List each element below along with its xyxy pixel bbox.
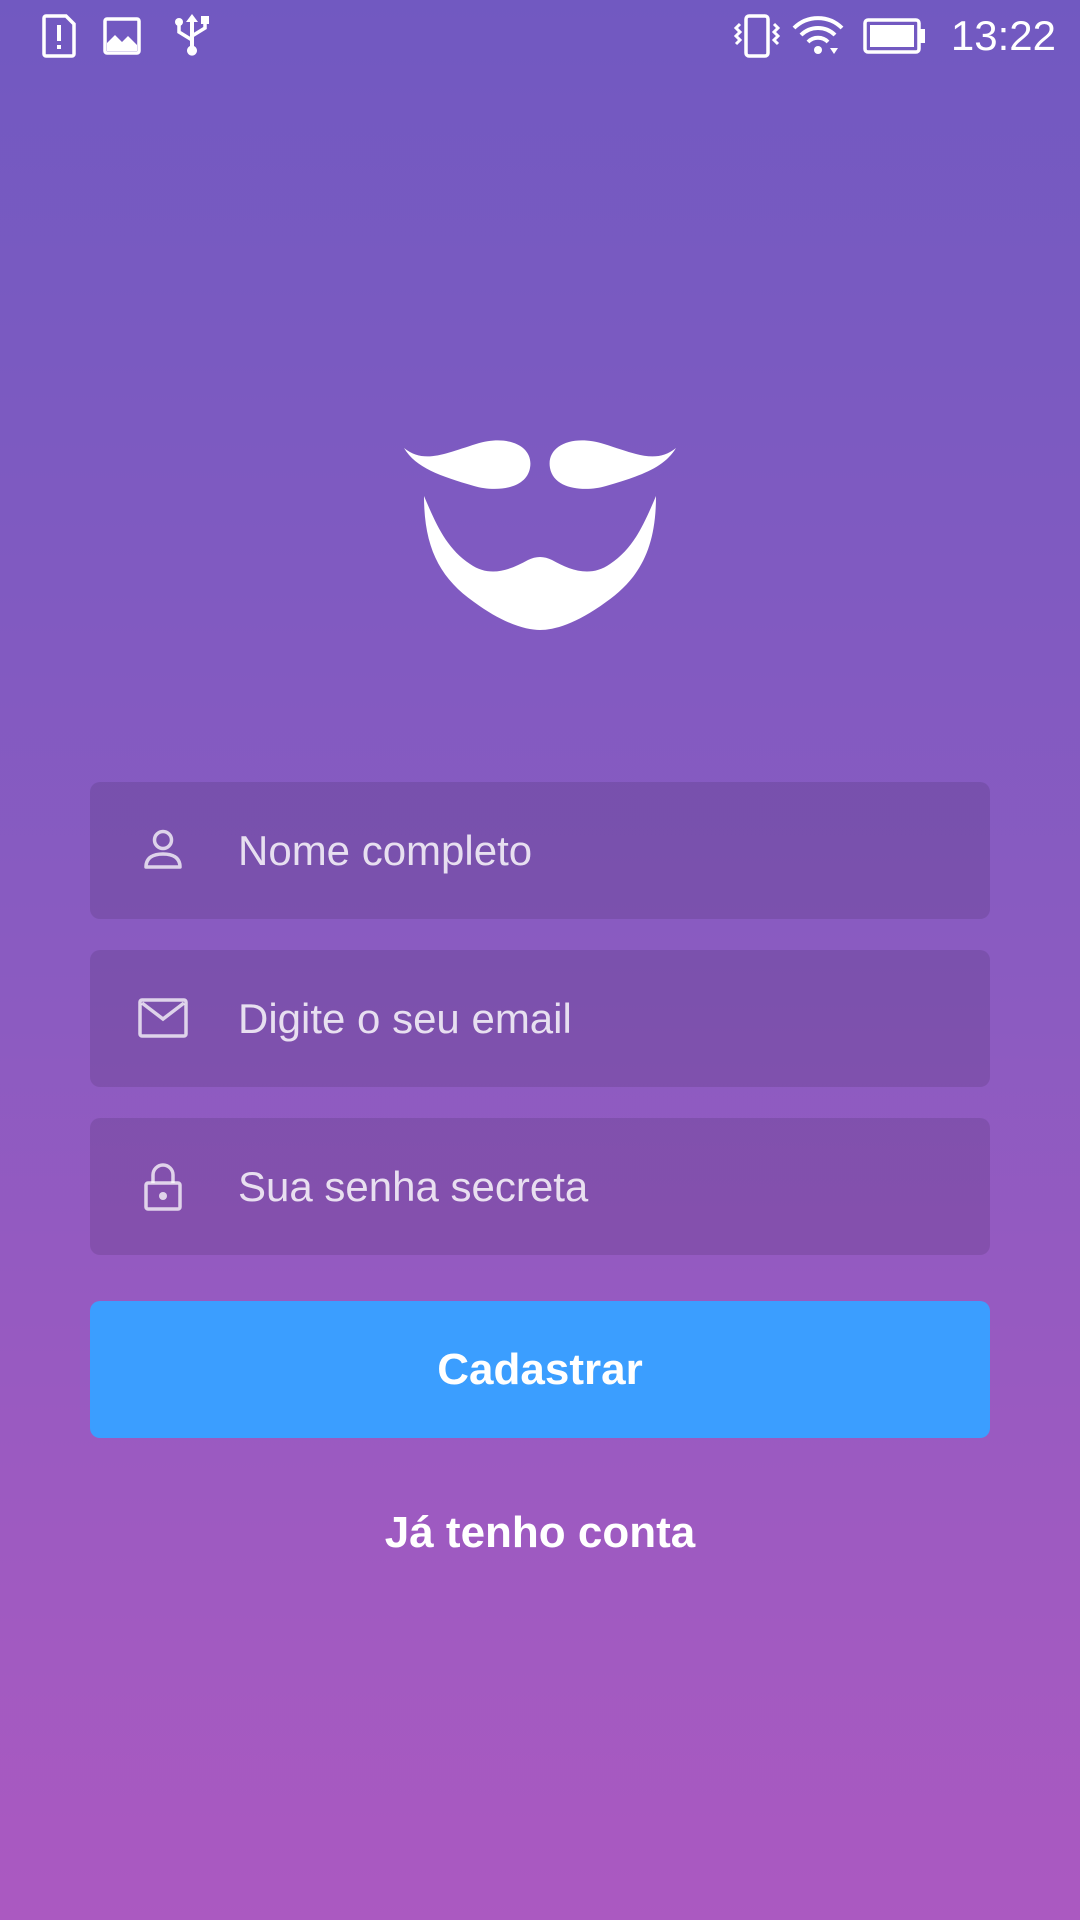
status-time: 13:22 [950, 12, 1056, 59]
battery-icon [862, 12, 928, 60]
vibrate-icon [732, 12, 782, 60]
name-field[interactable] [90, 782, 990, 919]
password-field[interactable] [90, 1118, 990, 1255]
status-bar: 13:22 [0, 0, 1080, 72]
already-have-account-link[interactable]: Já tenho conta [90, 1500, 990, 1566]
register-button[interactable]: Cadastrar [90, 1301, 990, 1438]
mail-icon [138, 993, 188, 1043]
email-input[interactable] [238, 950, 958, 1087]
mustache-beard-logo [404, 428, 676, 632]
person-icon [138, 825, 188, 875]
sim-alert-icon [36, 12, 80, 60]
password-input[interactable] [238, 1118, 958, 1255]
image-icon [102, 12, 142, 60]
lock-icon [138, 1161, 188, 1211]
wifi-icon [790, 12, 846, 60]
email-field[interactable] [90, 950, 990, 1087]
usb-icon [170, 12, 214, 60]
name-input[interactable] [238, 782, 958, 919]
